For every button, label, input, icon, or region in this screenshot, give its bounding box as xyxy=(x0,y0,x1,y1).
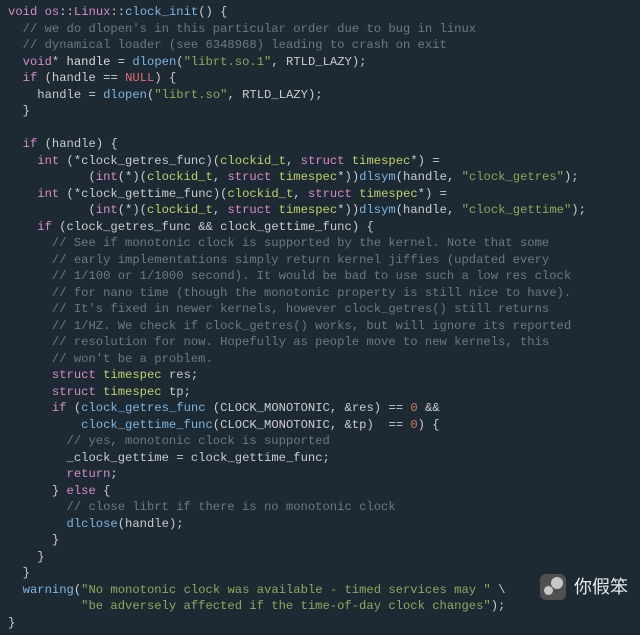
kw: int xyxy=(37,154,59,168)
kw: struct xyxy=(227,203,271,217)
num: 0 xyxy=(410,401,417,415)
kw: struct xyxy=(52,385,96,399)
const: CLOCK_MONOTONIC xyxy=(220,401,330,415)
var: _clock_gettime xyxy=(67,451,169,465)
ns: os xyxy=(45,5,60,19)
var: handle xyxy=(403,170,447,184)
kw: int xyxy=(37,187,59,201)
arg: RTLD_LAZY xyxy=(242,88,308,102)
comment: // yes, monotonic clock is supported xyxy=(67,434,330,448)
watermark: 你假笨 xyxy=(540,574,628,600)
comment: // early implementations simply return k… xyxy=(52,253,549,267)
comment: // resolution for now. Hopefully as peop… xyxy=(52,335,549,349)
op: && xyxy=(425,401,440,415)
fn: dlopen xyxy=(132,55,176,69)
fn: dlopen xyxy=(103,88,147,102)
op: \ xyxy=(498,583,505,597)
fn: clock_getres_func xyxy=(81,401,205,415)
kw: int xyxy=(96,170,118,184)
fn: dlsym xyxy=(359,203,396,217)
watermark-text: 你假笨 xyxy=(574,579,628,596)
comment: // It's fixed in newer kernels, however … xyxy=(52,302,549,316)
comment: // we do dlopen's in this particular ord… xyxy=(23,22,476,36)
const: CLOCK_MONOTONIC xyxy=(220,418,330,432)
kw: if xyxy=(23,71,38,85)
arg: RTLD_LAZY xyxy=(286,55,352,69)
kw-void: void xyxy=(8,5,37,19)
type: timespec xyxy=(352,154,411,168)
arg: &tp xyxy=(344,418,366,432)
str: "librt.so" xyxy=(154,88,227,102)
var: handle xyxy=(37,88,81,102)
var: clock_getres_func xyxy=(67,220,191,234)
kw: else xyxy=(67,484,96,498)
fn: warning xyxy=(23,583,74,597)
kw: struct xyxy=(308,187,352,201)
var: res xyxy=(169,368,191,382)
fn: clock_gettime_func xyxy=(81,418,213,432)
type: clockid_t xyxy=(227,187,293,201)
comment: // won't be a problem. xyxy=(52,352,213,366)
var: handle xyxy=(403,203,447,217)
type: timespec xyxy=(103,385,162,399)
var: handle xyxy=(67,55,111,69)
str: "librt.so.1" xyxy=(184,55,272,69)
brace: } xyxy=(8,616,15,630)
type: clockid_t xyxy=(220,154,286,168)
kw: if xyxy=(23,137,38,151)
comment: // 1/HZ. We check if clock_getres() work… xyxy=(52,319,571,333)
fn-name: clock_init xyxy=(125,5,198,19)
brace: } xyxy=(23,104,30,118)
var: clock_gettime_func xyxy=(191,451,323,465)
str: "clock_getres" xyxy=(462,170,564,184)
comment: // dynamical loader (see 6348968) leadin… xyxy=(23,38,447,52)
type: timespec xyxy=(359,187,418,201)
kw: void xyxy=(23,55,52,69)
kw: return xyxy=(67,467,111,481)
arg: &res xyxy=(345,401,374,415)
brace: } xyxy=(23,566,30,580)
kw: struct xyxy=(52,368,96,382)
fn: dlclose xyxy=(67,517,118,531)
code-block: void os::Linux::clock_init() { // we do … xyxy=(0,0,640,635)
var: handle xyxy=(125,517,169,531)
var: handle xyxy=(52,137,96,151)
str: "No monotonic clock was available - time… xyxy=(81,583,491,597)
type: timespec xyxy=(103,368,162,382)
type: timespec xyxy=(279,170,338,184)
kw: struct xyxy=(301,154,345,168)
num: 0 xyxy=(410,418,417,432)
kw: struct xyxy=(227,170,271,184)
wechat-icon xyxy=(540,574,566,600)
var: clock_gettime_func xyxy=(81,187,213,201)
type: clockid_t xyxy=(147,170,213,184)
kw: if xyxy=(52,401,67,415)
type: clockid_t xyxy=(147,203,213,217)
fn: dlsym xyxy=(359,170,396,184)
type: timespec xyxy=(279,203,338,217)
var: clock_gettime_func xyxy=(220,220,352,234)
var: clock_getres_func xyxy=(81,154,205,168)
kw: int xyxy=(96,203,118,217)
class: Linux xyxy=(74,5,111,19)
null: NULL xyxy=(125,71,154,85)
comment: // for nano time (though the monotonic p… xyxy=(52,286,571,300)
comment: // close librt if there is no monotonic … xyxy=(67,500,396,514)
brace: } xyxy=(52,533,59,547)
var: handle xyxy=(52,71,96,85)
brace: } xyxy=(52,484,59,498)
comment: // 1/100 or 1/1000 second). It would be … xyxy=(52,269,571,283)
str: "be adversely affected if the time-of-da… xyxy=(81,599,491,613)
str: "clock_gettime" xyxy=(462,203,572,217)
kw: if xyxy=(37,220,52,234)
comment: // See if monotonic clock is supported b… xyxy=(52,236,549,250)
brace: } xyxy=(37,550,44,564)
var: tp xyxy=(169,385,184,399)
